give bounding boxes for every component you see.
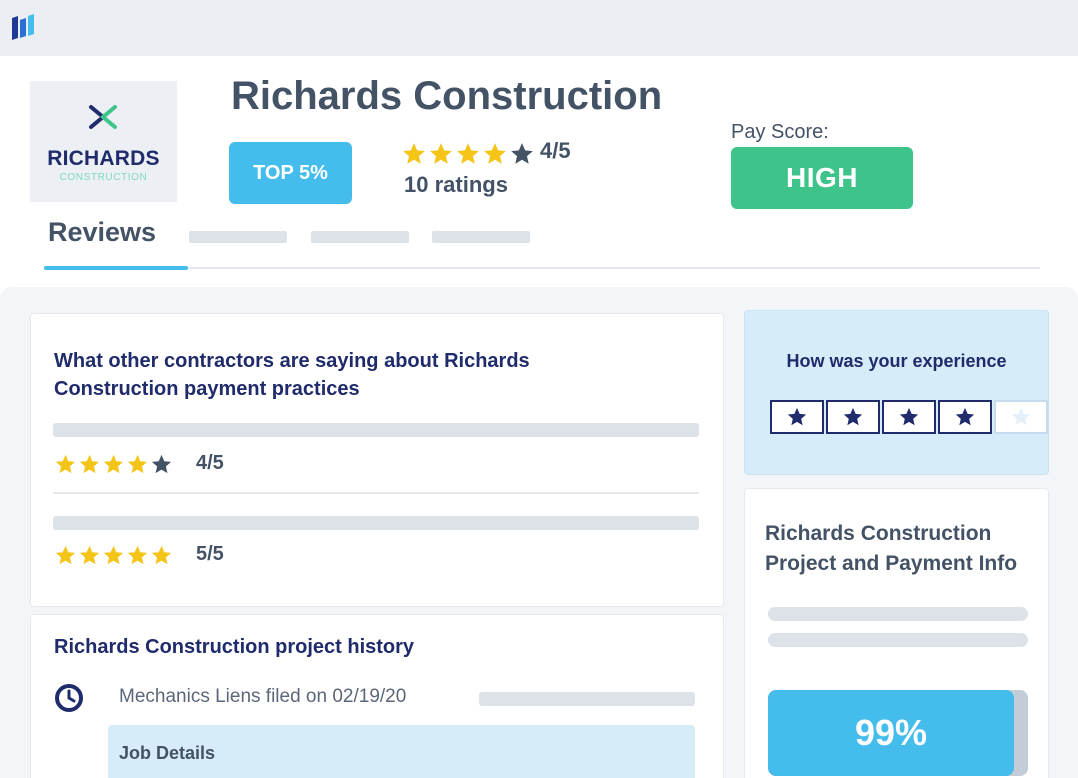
company-logo-name: RICHARDS	[47, 147, 160, 170]
star-filled-icon	[457, 143, 479, 164]
star-filled-icon	[127, 545, 148, 565]
star-filled-icon	[899, 407, 919, 426]
review-divider	[53, 492, 699, 494]
job-details-box[interactable]: Job Details	[108, 725, 695, 778]
tab-reviews[interactable]: Reviews	[48, 217, 156, 248]
pay-score-label: Pay Score:	[731, 121, 829, 143]
star-filled-icon	[79, 454, 100, 474]
experience-star-1-button[interactable]	[770, 400, 824, 434]
star-filled-icon	[127, 454, 148, 474]
info-title-line2: Project and Payment Info	[765, 552, 1018, 575]
star-filled-icon	[403, 143, 425, 164]
star-filled-icon	[484, 143, 506, 164]
experience-star-2-button[interactable]	[826, 400, 880, 434]
star-empty-icon	[511, 143, 533, 164]
review-text-placeholder	[53, 516, 699, 530]
company-logo-subtitle: CONSTRUCTION	[59, 172, 148, 183]
top-percent-badge: TOP 5%	[229, 142, 352, 204]
review-rating-value: 4/5	[196, 452, 224, 474]
info-placeholder-2	[768, 633, 1028, 647]
project-history-card: Richards Construction project history Me…	[30, 614, 724, 778]
lien-filed-text: Mechanics Liens filed on 02/19/20	[119, 686, 407, 707]
info-placeholder-1	[768, 607, 1028, 621]
clock-icon	[55, 684, 83, 712]
x-mark-icon	[89, 105, 117, 129]
info-card-title: Richards Construction Project and Paymen…	[765, 519, 1017, 579]
review-star-rating	[54, 453, 173, 476]
pay-score-badge: HIGH	[731, 147, 913, 209]
star-filled-icon	[103, 454, 124, 474]
star-filled-icon	[955, 407, 975, 426]
header-star-rating	[401, 141, 535, 167]
experience-title: How was your experience	[786, 351, 1007, 371]
experience-star-3-button[interactable]	[882, 400, 936, 434]
tab-placeholder-2[interactable]	[311, 231, 409, 243]
tab-divider	[188, 267, 1040, 269]
star-filled-icon	[103, 545, 124, 565]
star-filled-icon	[79, 545, 100, 565]
star-filled-icon	[787, 407, 807, 426]
star-filled-icon	[843, 407, 863, 426]
review-rating-value: 5/5	[196, 543, 224, 565]
review-star-rating	[54, 544, 173, 567]
star-filled-icon	[430, 143, 452, 164]
reviews-card-title: What other contractors are saying about …	[54, 347, 530, 403]
history-placeholder	[479, 692, 695, 706]
tab-placeholder-1[interactable]	[189, 231, 287, 243]
percent-bar: 99%	[768, 690, 1014, 776]
experience-star-5-button[interactable]	[994, 400, 1048, 434]
active-tab-indicator	[44, 266, 188, 270]
star-filled-icon	[55, 454, 76, 474]
company-title: Richards Construction	[231, 74, 663, 118]
reviews-title-line2: Construction payment practices	[54, 378, 360, 400]
app-logo-icon[interactable]	[10, 14, 36, 42]
job-details-title: Job Details	[119, 743, 216, 763]
company-logo: RICHARDS CONSTRUCTION	[30, 81, 177, 202]
header-rating-value: 4/5	[540, 138, 571, 163]
experience-star-input[interactable]	[770, 400, 1048, 434]
experience-star-4-button[interactable]	[938, 400, 992, 434]
star-empty-icon	[1011, 407, 1031, 426]
project-history-title: Richards Construction project history	[54, 636, 415, 658]
star-filled-icon	[151, 545, 172, 565]
top-bar	[0, 0, 1078, 56]
ratings-count: 10 ratings	[404, 172, 508, 197]
reviews-title-line1: What other contractors are saying about …	[54, 350, 530, 372]
project-payment-info-card: Richards Construction Project and Paymen…	[744, 488, 1049, 778]
star-filled-icon	[55, 545, 76, 565]
reviews-card: What other contractors are saying about …	[30, 313, 724, 607]
star-empty-icon	[151, 454, 172, 474]
info-title-line1: Richards Construction	[765, 522, 992, 545]
tab-placeholder-3[interactable]	[432, 231, 530, 243]
review-text-placeholder	[53, 423, 699, 437]
experience-card: How was your experience	[744, 310, 1049, 475]
